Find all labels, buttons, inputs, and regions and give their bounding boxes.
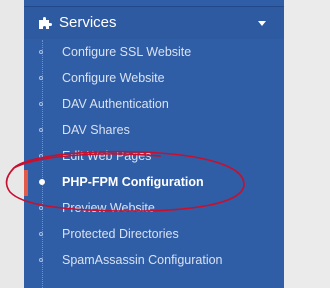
menu-item-configure-ssl-website[interactable]: Configure SSL Website <box>24 40 284 66</box>
services-section-header[interactable]: Services <box>24 6 284 39</box>
menu-item-protected-directories[interactable]: Protected Directories <box>24 222 284 248</box>
menu-item-label: Configure Website <box>62 71 165 85</box>
menu-item-preview-website[interactable]: Preview Website <box>24 196 284 222</box>
bullet-icon <box>39 128 43 132</box>
menu-item-label: Protected Directories <box>62 227 179 241</box>
bullet-icon <box>39 232 43 236</box>
menu-item-label: DAV Authentication <box>62 97 169 111</box>
menu-item-label: Edit Web Pages <box>62 149 152 163</box>
puzzle-piece-icon <box>37 15 53 31</box>
active-indicator <box>24 170 28 196</box>
bullet-icon <box>39 179 45 185</box>
bullet-icon <box>39 154 43 158</box>
content-area <box>284 0 330 288</box>
menu-item-label: Preview Website <box>62 201 155 215</box>
menu-item-dav-shares[interactable]: DAV Shares <box>24 118 284 144</box>
bullet-icon <box>39 102 43 106</box>
chevron-down-icon[interactable] <box>258 21 266 26</box>
menu-item-label: PHP-FPM Configuration <box>62 175 204 189</box>
services-title: Services <box>59 14 117 31</box>
left-gutter <box>0 0 24 288</box>
bullet-icon <box>39 258 43 262</box>
menu-item-php-fpm-configuration[interactable]: PHP-FPM Configuration <box>24 170 284 196</box>
bullet-icon <box>39 206 43 210</box>
menu-item-dav-authentication[interactable]: DAV Authentication <box>24 92 284 118</box>
menu-item-label: SpamAssassin Configuration <box>62 253 223 267</box>
sidebar: Services Configure SSL Website Configure … <box>24 0 284 288</box>
menu-item-spamassassin-configuration[interactable]: SpamAssassin Configuration <box>24 248 284 274</box>
bullet-icon <box>39 50 43 54</box>
menu-item-configure-website[interactable]: Configure Website <box>24 66 284 92</box>
menu-item-label: DAV Shares <box>62 123 130 137</box>
menu-item-edit-web-pages[interactable]: Edit Web Pages <box>24 144 284 170</box>
menu-item-label: Configure SSL Website <box>62 45 192 59</box>
bullet-icon <box>39 76 43 80</box>
